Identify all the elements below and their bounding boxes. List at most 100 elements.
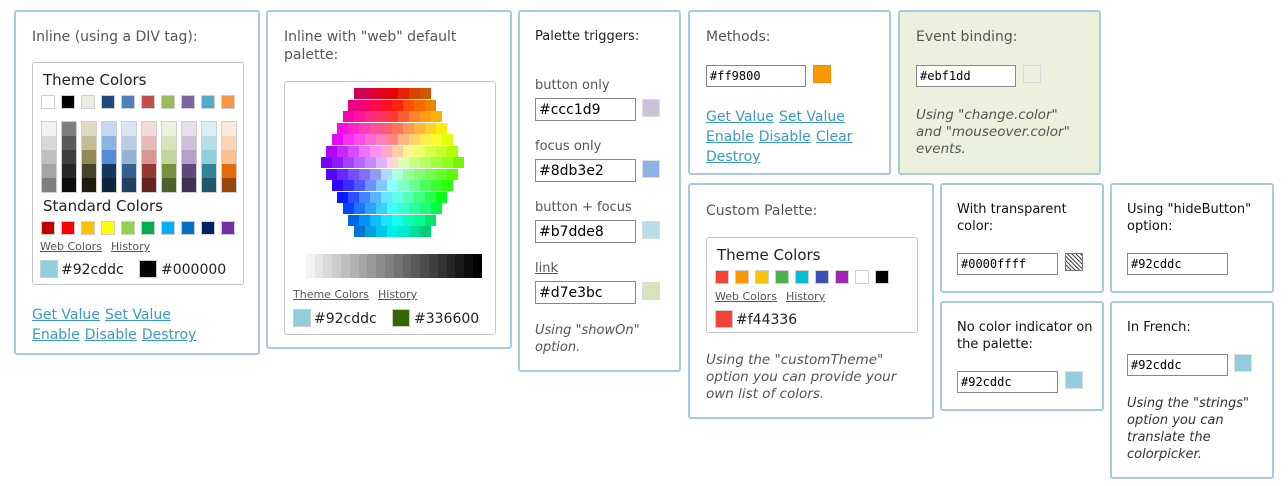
web-color-cell[interactable]: [353, 111, 365, 122]
web-color-cell[interactable]: [403, 99, 414, 111]
color-cell[interactable]: [82, 122, 96, 136]
color-cell[interactable]: [161, 95, 175, 109]
web-color-cell[interactable]: [359, 99, 370, 111]
web-color-cell[interactable]: [403, 214, 414, 226]
color-cell[interactable]: [122, 164, 136, 178]
web-color-cell[interactable]: [342, 157, 354, 168]
color-cell[interactable]: [221, 95, 235, 109]
web-color-cell[interactable]: [359, 122, 370, 134]
color-cell[interactable]: [122, 150, 136, 164]
color-cell[interactable]: [835, 270, 849, 284]
web-color-cell[interactable]: [337, 145, 348, 157]
color-cell[interactable]: [855, 270, 869, 284]
web-color-cell[interactable]: [331, 134, 343, 145]
web-color-cell[interactable]: [359, 191, 370, 203]
web-color-cell[interactable]: [337, 168, 348, 180]
color-cell[interactable]: [202, 164, 216, 178]
color-cell[interactable]: [181, 95, 195, 109]
web-color-cell[interactable]: [320, 157, 332, 168]
web-color-cell[interactable]: [425, 214, 436, 226]
color-cell[interactable]: [62, 136, 76, 150]
color-cell[interactable]: [815, 270, 829, 284]
web-color-cell[interactable]: [414, 214, 425, 226]
web-color-cell[interactable]: [326, 145, 337, 157]
color-cell[interactable]: [775, 270, 789, 284]
web-color-cell[interactable]: [419, 180, 431, 191]
web-color-cell[interactable]: [364, 180, 376, 191]
web-color-cell[interactable]: [381, 214, 392, 226]
color-cell[interactable]: [42, 164, 56, 178]
web-color-cell[interactable]: [403, 122, 414, 134]
gray-color-cell[interactable]: [429, 254, 438, 278]
button-focus-input[interactable]: [535, 220, 636, 243]
web-color-cell[interactable]: [430, 180, 442, 191]
web-color-cell[interactable]: [337, 191, 348, 203]
color-cell[interactable]: [42, 136, 56, 150]
web-color-cell[interactable]: [425, 145, 436, 157]
color-cell[interactable]: [755, 270, 769, 284]
web-color-cell[interactable]: [359, 214, 370, 226]
methods-color-button[interactable]: [813, 65, 831, 83]
gray-color-cell[interactable]: [464, 254, 474, 278]
color-cell[interactable]: [162, 178, 176, 192]
gray-color-cell[interactable]: [411, 254, 421, 278]
color-cell[interactable]: [81, 95, 95, 109]
history-link[interactable]: History: [786, 290, 825, 303]
color-cell[interactable]: [42, 122, 56, 136]
web-color-cell[interactable]: [375, 203, 387, 214]
web-color-cell[interactable]: [370, 191, 381, 203]
gray-color-cell[interactable]: [297, 254, 306, 278]
destroy-link[interactable]: Destroy: [706, 149, 760, 165]
gray-color-cell[interactable]: [420, 254, 430, 278]
color-cell[interactable]: [795, 270, 809, 284]
gray-color-cell[interactable]: [473, 254, 482, 278]
gray-color-cell[interactable]: [349, 254, 359, 278]
gray-color-cell[interactable]: [332, 254, 342, 278]
gray-color-cell[interactable]: [376, 254, 386, 278]
web-color-cell[interactable]: [408, 226, 420, 237]
color-cell[interactable]: [82, 150, 96, 164]
web-color-cell[interactable]: [386, 180, 398, 191]
web-color-cell[interactable]: [359, 168, 370, 180]
color-cell[interactable]: [182, 150, 196, 164]
web-color-cell[interactable]: [353, 180, 365, 191]
web-color-cell[interactable]: [353, 157, 365, 168]
color-cell[interactable]: [62, 150, 76, 164]
set-value-link[interactable]: Set Value: [779, 109, 845, 125]
web-color-cell[interactable]: [364, 88, 376, 99]
gray-color-cell[interactable]: [437, 254, 447, 278]
french-color-input[interactable]: [1127, 354, 1228, 376]
web-color-cell[interactable]: [419, 203, 431, 214]
color-cell[interactable]: [62, 122, 76, 136]
web-color-cell[interactable]: [403, 145, 414, 157]
web-color-cell[interactable]: [430, 111, 442, 122]
gray-color-cell[interactable]: [323, 254, 333, 278]
color-cell[interactable]: [202, 178, 216, 192]
web-color-cell[interactable]: [436, 122, 447, 134]
web-color-cell[interactable]: [353, 203, 365, 214]
web-color-cell[interactable]: [392, 122, 403, 134]
set-value-link[interactable]: Set Value: [105, 307, 171, 323]
web-color-cell[interactable]: [364, 134, 376, 145]
web-color-cell[interactable]: [386, 88, 398, 99]
button-focus-color-button[interactable]: [642, 221, 660, 239]
gray-color-cell[interactable]: [455, 254, 465, 278]
color-cell[interactable]: [162, 136, 176, 150]
gray-color-cell[interactable]: [367, 254, 377, 278]
color-cell[interactable]: [142, 178, 156, 192]
color-cell[interactable]: [102, 164, 116, 178]
color-cell[interactable]: [81, 221, 95, 235]
web-color-cell[interactable]: [414, 99, 425, 111]
link-trigger-input[interactable]: [535, 281, 636, 304]
web-color-cell[interactable]: [370, 145, 381, 157]
color-cell[interactable]: [42, 178, 56, 192]
color-cell[interactable]: [141, 95, 155, 109]
web-color-cell[interactable]: [392, 168, 403, 180]
color-cell[interactable]: [201, 221, 215, 235]
color-cell[interactable]: [222, 178, 236, 192]
disable-link[interactable]: Disable: [85, 327, 137, 343]
color-cell[interactable]: [142, 164, 156, 178]
web-color-cell[interactable]: [348, 214, 359, 226]
web-color-cell[interactable]: [381, 168, 392, 180]
color-cell[interactable]: [142, 150, 156, 164]
